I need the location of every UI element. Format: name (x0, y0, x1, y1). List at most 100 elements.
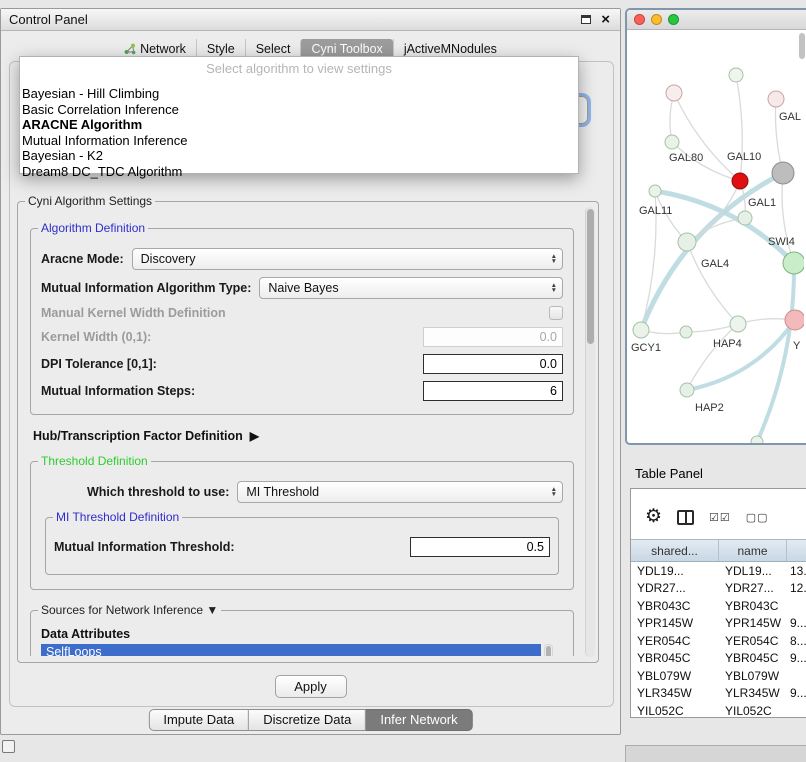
dropdown-item-bayesian-hill-climbing[interactable]: Bayesian - Hill Climbing (20, 86, 578, 102)
table-row[interactable]: YLR345WYLR345W9... (631, 685, 806, 703)
table-row[interactable]: YBR045CYBR045C9... (631, 650, 806, 668)
network-titlebar[interactable] (627, 10, 806, 30)
which-threshold-row: Which threshold to use: MI Threshold ▲▼ (41, 481, 563, 503)
mi-threshold-row: Mutual Information Threshold: (54, 537, 550, 557)
network-node-m1[interactable] (680, 326, 692, 338)
which-threshold-value: MI Threshold (246, 485, 319, 499)
which-threshold-select[interactable]: MI Threshold ▲▼ (237, 481, 563, 503)
network-node-hap4[interactable] (730, 316, 746, 332)
table-panel-window: ⚙ ☑☑ ▢▢ shared...name YDL19...YDL19...13… (630, 488, 806, 718)
sources-title-label: Sources for Network Inference (41, 603, 203, 617)
node-label: GAL (779, 111, 801, 123)
columns-icon[interactable] (677, 510, 694, 525)
data-attributes-list[interactable]: SelfLoopsTopologicalCoefficientBetweenne… (41, 644, 553, 656)
bottom-tab-infer-network[interactable]: Infer Network (366, 709, 472, 731)
network-edge (782, 173, 794, 263)
dropdown-item-basic-correlation-inference[interactable]: Basic Correlation Inference (20, 102, 578, 118)
network-node-p1[interactable] (666, 85, 682, 101)
sources-group-title[interactable]: Sources for Network Inference ▼ (38, 603, 221, 617)
bottom-tabbar: Impute DataDiscretize DataInfer Network (148, 709, 472, 731)
network-node-pink[interactable] (785, 310, 804, 330)
zoom-traffic-light[interactable] (668, 14, 679, 25)
mi-type-label: Mutual Information Algorithm Type: (41, 281, 251, 295)
network-edge (687, 324, 738, 390)
hub-definition-label: Hub/Transcription Factor Definition (33, 429, 243, 443)
table-cell: YLR345W (719, 686, 787, 700)
network-node-b1[interactable] (751, 436, 763, 445)
apply-button[interactable]: Apply (275, 675, 347, 698)
mi-steps-input[interactable] (423, 381, 563, 401)
close-icon[interactable]: × (601, 14, 610, 26)
table-cell: YDL19... (719, 564, 787, 578)
aracne-mode-select[interactable]: Discovery ▲▼ (132, 248, 563, 270)
combo-arrows-icon: ▲▼ (543, 283, 557, 293)
network-node-hub[interactable] (772, 162, 794, 184)
network-node-gal80[interactable] (665, 135, 679, 149)
network-node-gal4[interactable] (678, 233, 696, 251)
hide-all-columns-icon[interactable]: ▢▢ (746, 511, 769, 524)
manual-kernel-label: Manual Kernel Width Definition (41, 306, 226, 320)
network-node-hap2[interactable] (680, 383, 694, 397)
column-header-shared[interactable]: shared... (631, 540, 719, 561)
mi-type-value: Naive Bayes (268, 281, 338, 295)
table-cell: YER054C (719, 634, 787, 648)
dropdown-item-mutual-information-inference[interactable]: Mutual Information Inference (20, 133, 578, 149)
tab-label: Style (207, 42, 235, 56)
network-node-swi4[interactable] (783, 252, 804, 274)
table-row[interactable]: YIL052CYIL052C (631, 702, 806, 718)
close-traffic-light[interactable] (634, 14, 645, 25)
threshold-definition-group: Threshold Definition Which threshold to … (30, 461, 574, 590)
attr-items: SelfLoopsTopologicalCoefficientBetweenne… (41, 644, 541, 656)
collapsed-panel-icon[interactable] (2, 740, 15, 753)
network-icon (124, 43, 136, 55)
attribute-item-selfloops[interactable]: SelfLoops (41, 644, 541, 656)
dropdown-item-dream8-dc-tdc-algorithm[interactable]: Dream8 DC_TDC Algorithm (20, 164, 578, 180)
show-all-columns-icon[interactable]: ☑☑ (709, 511, 731, 524)
network-canvas[interactable]: GALGAL80GAL10GAL11GAL1SWI4GAL4GCY1HAP4YH… (627, 30, 806, 445)
mi-threshold-input[interactable] (410, 537, 550, 557)
cyni-settings-group: Cyni Algorithm Settings Algorithm Defini… (17, 201, 599, 663)
table-row[interactable]: YDR27...YDR27...12... (631, 580, 806, 598)
network-node-gal1[interactable] (738, 211, 752, 225)
network-node-gal11[interactable] (649, 185, 661, 197)
dropdown-item-bayesian-k2[interactable]: Bayesian - K2 (20, 148, 578, 164)
table-row[interactable]: YBL079WYBL079W (631, 667, 806, 685)
cyni-settings-content: Algorithm Definition Aracne Mode: Discov… (30, 212, 574, 656)
dropdown-item-aracne-algorithm[interactable]: ARACNE Algorithm (20, 117, 578, 133)
column-header-name[interactable]: name (719, 540, 787, 561)
minimize-traffic-light[interactable] (651, 14, 662, 25)
mi-type-select[interactable]: Naive Bayes ▲▼ (259, 277, 563, 299)
gear-icon[interactable]: ⚙ (645, 507, 662, 527)
algorithm-definition-title: Algorithm Definition (38, 221, 148, 235)
settings-scrollbar-thumb[interactable] (587, 209, 594, 344)
node-label: SWI4 (768, 236, 795, 248)
network-node-galt[interactable] (768, 91, 784, 107)
table-row[interactable]: YBR043CYBR043C (631, 597, 806, 615)
network-node-p2[interactable] (729, 68, 743, 82)
table-cell: 12... (787, 581, 806, 595)
node-label: GAL4 (701, 258, 729, 270)
table-row[interactable]: YDL19...YDL19...13... (631, 562, 806, 580)
table-cell: 8... (787, 634, 806, 648)
network-node-gal10[interactable] (732, 173, 748, 189)
table-row[interactable]: YPR145WYPR145W9... (631, 615, 806, 633)
list-scrollbar-thumb[interactable] (546, 646, 551, 656)
network-node-gcy1[interactable] (633, 322, 649, 338)
aracne-mode-row: Aracne Mode: Discovery ▲▼ (41, 248, 563, 270)
settings-scrollbar[interactable] (585, 207, 595, 657)
manual-kernel-checkbox[interactable] (549, 306, 563, 320)
table-cell: 9... (787, 616, 806, 630)
dpi-tolerance-input[interactable] (423, 354, 563, 374)
bottom-tab-discretize-data[interactable]: Discretize Data (249, 709, 366, 731)
kernel-width-input[interactable] (423, 327, 563, 347)
list-scrollbar[interactable] (544, 644, 553, 656)
table-cell: 9... (787, 686, 806, 700)
control-panel-titlebar[interactable]: Control Panel × (1, 9, 620, 31)
bottom-panel-strip (625, 745, 806, 762)
float-window-icon[interactable] (581, 15, 591, 24)
bottom-tab-impute-data[interactable]: Impute Data (148, 709, 249, 731)
hub-definition-toggle[interactable]: Hub/Transcription Factor Definition ▶ (33, 429, 574, 443)
network-scrollbar[interactable] (799, 33, 805, 59)
column-header-2[interactable] (787, 540, 806, 561)
table-row[interactable]: YER054CYER054C8... (631, 632, 806, 650)
